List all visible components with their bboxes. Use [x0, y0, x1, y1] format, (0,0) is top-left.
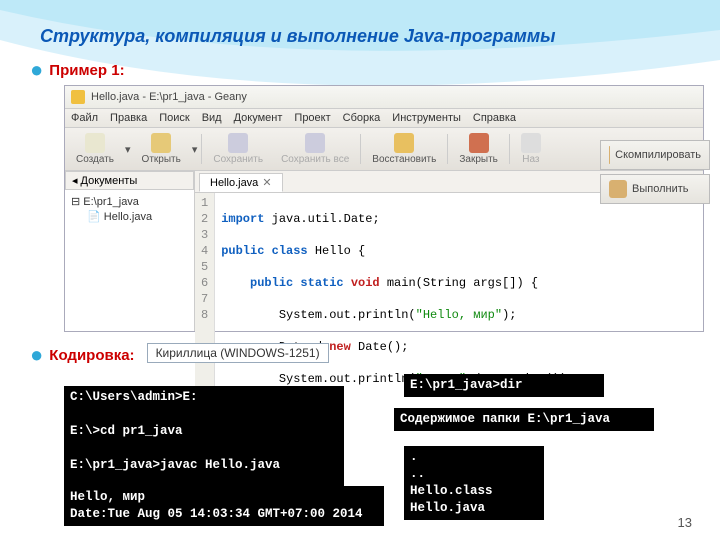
terminal-output: Hello, мир Date:Tue Aug 05 14:03:34 GMT+…	[64, 486, 384, 526]
tree-panel: ◂Документы ⊟ E:\pr1_java 📄 Hello.java	[65, 171, 195, 331]
run-button[interactable]: Выполнить	[600, 174, 710, 204]
bullet-icon: ●	[30, 59, 43, 81]
geany-logo-icon	[71, 90, 85, 104]
menu-document[interactable]: Документ	[234, 112, 283, 124]
tree-file[interactable]: 📄 Hello.java	[69, 209, 190, 224]
tree-tab[interactable]: ◂Документы	[65, 171, 194, 190]
tb-new[interactable]: Создать	[69, 131, 121, 167]
tb-close[interactable]: Закрыть	[452, 131, 505, 167]
bullet-label-2: Кодировка:	[49, 347, 134, 364]
tb-save: Сохранить	[206, 131, 270, 167]
nav-left-icon: ◂	[72, 174, 78, 187]
menu-tools[interactable]: Инструменты	[392, 112, 461, 124]
tb-revert[interactable]: Восстановить	[365, 131, 443, 167]
menu-project[interactable]: Проект	[294, 112, 330, 124]
terminals: C:\Users\admin>E: E:\>cd pr1_java E:\pr1…	[64, 374, 696, 544]
tb-open[interactable]: Открыть	[135, 131, 188, 167]
menu-edit[interactable]: Правка	[110, 112, 147, 124]
ide-title-text: Hello.java - E:\pr1_java - Geany	[91, 91, 247, 103]
terminal-dir-list: . .. Hello.class Hello.java	[404, 446, 544, 520]
menu-search[interactable]: Поиск	[159, 112, 189, 124]
side-buttons: Скомпилировать Выполнить	[600, 140, 710, 204]
ide-titlebar: Hello.java - E:\pr1_java - Geany	[65, 86, 703, 109]
bullet-label-1: Пример 1:	[49, 62, 124, 79]
gear-icon	[609, 180, 627, 198]
compile-icon	[609, 146, 610, 164]
tb-save-all: Сохранить все	[274, 131, 356, 167]
slide-title: Структура, компиляция и выполнение Java-…	[40, 26, 696, 47]
bullet-example: ● Пример 1:	[30, 59, 696, 81]
encoding-box: Кириллица (WINDOWS-1251)	[147, 343, 329, 363]
ide-window: Hello.java - E:\pr1_java - Geany Файл Пр…	[64, 85, 704, 332]
slide: Структура, компиляция и выполнение Java-…	[0, 0, 720, 540]
menu-view[interactable]: Вид	[202, 112, 222, 124]
compile-button[interactable]: Скомпилировать	[600, 140, 710, 170]
tab-hello[interactable]: Hello.java✕	[199, 173, 283, 192]
tb-back: Наз	[514, 131, 548, 167]
terminal-dir-header: Содержимое папки E:\pr1_java	[394, 408, 654, 431]
bullet-icon: ●	[30, 344, 43, 366]
tree-folder[interactable]: ⊟ E:\pr1_java	[69, 194, 190, 209]
close-icon[interactable]: ✕	[262, 177, 271, 189]
page-number: 13	[678, 515, 692, 530]
menu-file[interactable]: Файл	[71, 112, 98, 124]
menu-help[interactable]: Справка	[473, 112, 516, 124]
menubar: Файл Правка Поиск Вид Документ Проект Сб…	[65, 109, 703, 128]
terminal-dir: E:\pr1_java>dir	[404, 374, 604, 397]
menu-build[interactable]: Сборка	[343, 112, 381, 124]
